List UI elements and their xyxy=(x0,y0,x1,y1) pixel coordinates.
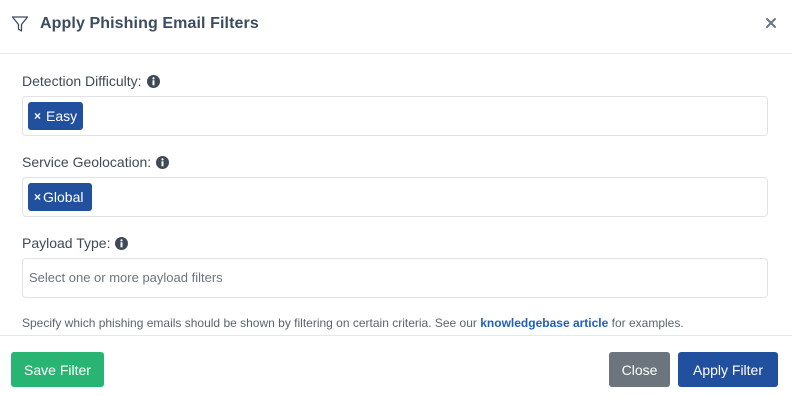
detection-difficulty-label: Detection Difficulty: xyxy=(22,73,160,89)
payload-type-placeholder: Select one or more payload filters xyxy=(29,270,223,285)
help-text: Specify which phishing emails should be … xyxy=(22,316,684,330)
info-icon[interactable] xyxy=(146,74,160,88)
tag-label: Easy xyxy=(46,108,78,124)
modal-header: Apply Phishing Email Filters xyxy=(0,0,792,54)
close-button[interactable]: Close xyxy=(609,352,670,387)
close-icon[interactable] xyxy=(764,16,778,30)
tag-label: Global xyxy=(43,189,84,205)
tag-remove-icon[interactable]: × xyxy=(34,190,41,204)
filter-icon xyxy=(11,16,29,32)
service-geolocation-select[interactable]: × Global xyxy=(22,177,768,217)
detection-difficulty-select[interactable]: × Easy xyxy=(22,96,768,136)
service-geolocation-label: Service Geolocation: xyxy=(22,154,170,170)
payload-type-label: Payload Type: xyxy=(22,235,129,251)
info-icon[interactable] xyxy=(156,155,170,169)
filter-modal: Apply Phishing Email Filters Detection D… xyxy=(0,0,792,396)
knowledgebase-link[interactable]: knowledgebase article xyxy=(480,316,608,330)
modal-footer: Save Filter Close Apply Filter xyxy=(0,335,792,396)
apply-filter-button[interactable]: Apply Filter xyxy=(678,352,778,387)
tag-remove-icon[interactable]: × xyxy=(34,109,41,123)
tag-global: × Global xyxy=(28,183,92,211)
modal-title: Apply Phishing Email Filters xyxy=(40,15,259,32)
payload-type-select[interactable]: Select one or more payload filters xyxy=(22,258,768,298)
tag-easy: × Easy xyxy=(28,102,83,130)
save-filter-button[interactable]: Save Filter xyxy=(11,352,104,387)
info-icon[interactable] xyxy=(115,236,129,250)
